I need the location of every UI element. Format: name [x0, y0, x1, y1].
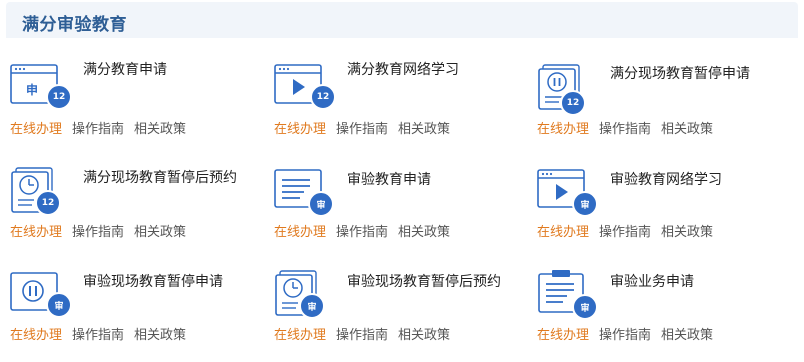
policy-link[interactable]: 相关政策 [134, 122, 186, 137]
badge-count: 12 [46, 84, 72, 110]
service-title[interactable]: 审验业务申请 [610, 272, 785, 293]
section-title: 满分审验教育 [22, 15, 127, 35]
policy-link[interactable]: 相关政策 [398, 122, 450, 137]
clock-document-icon[interactable]: 12 [10, 167, 72, 219]
service-links: 在线办理 操作指南 相关政策 [537, 118, 723, 137]
policy-link[interactable]: 相关政策 [661, 328, 713, 343]
online-link[interactable]: 在线办理 [274, 122, 326, 137]
service-card[interactable]: 12 满分现场教育暂停后预约 在线办理 操作指南 相关政策 [10, 163, 272, 259]
guide-link[interactable]: 操作指南 [336, 225, 388, 240]
service-title[interactable]: 满分现场教育暂停申请 [610, 64, 785, 85]
online-link[interactable]: 在线办理 [10, 328, 62, 343]
service-links: 在线办理 操作指南 相关政策 [274, 324, 460, 343]
pause-window-icon[interactable]: 审 [10, 270, 72, 322]
service-card[interactable]: 审 审验教育申请 在线办理 操作指南 相关政策 [274, 163, 536, 259]
online-link[interactable]: 在线办理 [274, 225, 326, 240]
policy-link[interactable]: 相关政策 [398, 328, 450, 343]
service-links: 在线办理 操作指南 相关政策 [10, 324, 196, 343]
guide-link[interactable]: 操作指南 [599, 225, 651, 240]
guide-link[interactable]: 操作指南 [599, 328, 651, 343]
service-links: 在线办理 操作指南 相关政策 [537, 221, 723, 240]
guide-link[interactable]: 操作指南 [72, 225, 124, 240]
policy-link[interactable]: 相关政策 [398, 225, 450, 240]
badge-count: 12 [560, 90, 586, 116]
policy-link[interactable]: 相关政策 [134, 225, 186, 240]
video-play-window-icon[interactable]: 12 [274, 64, 336, 116]
service-title[interactable]: 满分教育申请 [83, 60, 258, 81]
clipboard-icon[interactable]: 审 [537, 270, 599, 322]
service-card[interactable]: 12 满分教育网络学习 在线办理 操作指南 相关政策 [274, 60, 536, 156]
section-header: 满分审验教育 [6, 2, 798, 38]
document-lines-icon[interactable]: 审 [274, 167, 336, 219]
service-card[interactable]: 审 审验业务申请 在线办理 操作指南 相关政策 [537, 266, 799, 362]
service-card[interactable]: 审 审验教育网络学习 在线办理 操作指南 相关政策 [537, 163, 799, 259]
service-title[interactable]: 审验教育网络学习 [610, 170, 785, 191]
service-links: 在线办理 操作指南 相关政策 [10, 118, 196, 137]
policy-link[interactable]: 相关政策 [661, 225, 713, 240]
pause-document-icon[interactable]: 12 [537, 64, 599, 116]
service-card[interactable]: 申 12 满分教育申请 在线办理 操作指南 相关政策 [10, 60, 272, 156]
online-link[interactable]: 在线办理 [10, 225, 62, 240]
service-card[interactable]: 审 审验现场教育暂停申请 在线办理 操作指南 相关政策 [10, 266, 272, 362]
service-links: 在线办理 操作指南 相关政策 [537, 324, 723, 343]
guide-link[interactable]: 操作指南 [336, 328, 388, 343]
service-links: 在线办理 操作指南 相关政策 [274, 118, 460, 137]
badge-count: 12 [310, 84, 336, 110]
guide-link[interactable]: 操作指南 [599, 122, 651, 137]
badge-count: 审 [46, 292, 72, 318]
service-title[interactable]: 审验教育申请 [347, 170, 522, 191]
online-link[interactable]: 在线办理 [537, 122, 589, 137]
guide-link[interactable]: 操作指南 [72, 328, 124, 343]
service-title[interactable]: 满分现场教育暂停后预约 [83, 168, 258, 189]
service-card[interactable]: 审 审验现场教育暂停后预约 在线办理 操作指南 相关政策 [274, 266, 536, 362]
service-links: 在线办理 操作指南 相关政策 [10, 221, 196, 240]
service-links: 在线办理 操作指南 相关政策 [274, 221, 460, 240]
badge-count: 12 [35, 190, 61, 216]
badge-count: 审 [572, 191, 598, 217]
online-link[interactable]: 在线办理 [537, 328, 589, 343]
service-title[interactable]: 审验现场教育暂停申请 [83, 272, 258, 293]
badge-count: 审 [572, 294, 598, 320]
window-text: 申 [26, 82, 38, 97]
guide-link[interactable]: 操作指南 [72, 122, 124, 137]
policy-link[interactable]: 相关政策 [661, 122, 713, 137]
clock-document-icon[interactable]: 审 [274, 270, 336, 322]
online-link[interactable]: 在线办理 [274, 328, 326, 343]
service-card[interactable]: 12 满分现场教育暂停申请 在线办理 操作指南 相关政策 [537, 60, 799, 156]
badge-count: 审 [308, 191, 334, 217]
online-link[interactable]: 在线办理 [10, 122, 62, 137]
guide-link[interactable]: 操作指南 [336, 122, 388, 137]
service-title[interactable]: 满分教育网络学习 [347, 60, 522, 81]
application-window-icon[interactable]: 申 12 [10, 64, 72, 116]
policy-link[interactable]: 相关政策 [134, 328, 186, 343]
video-play-window-icon[interactable]: 审 [537, 167, 599, 219]
online-link[interactable]: 在线办理 [537, 225, 589, 240]
service-title[interactable]: 审验现场教育暂停后预约 [347, 272, 522, 293]
badge-count: 审 [299, 293, 325, 319]
